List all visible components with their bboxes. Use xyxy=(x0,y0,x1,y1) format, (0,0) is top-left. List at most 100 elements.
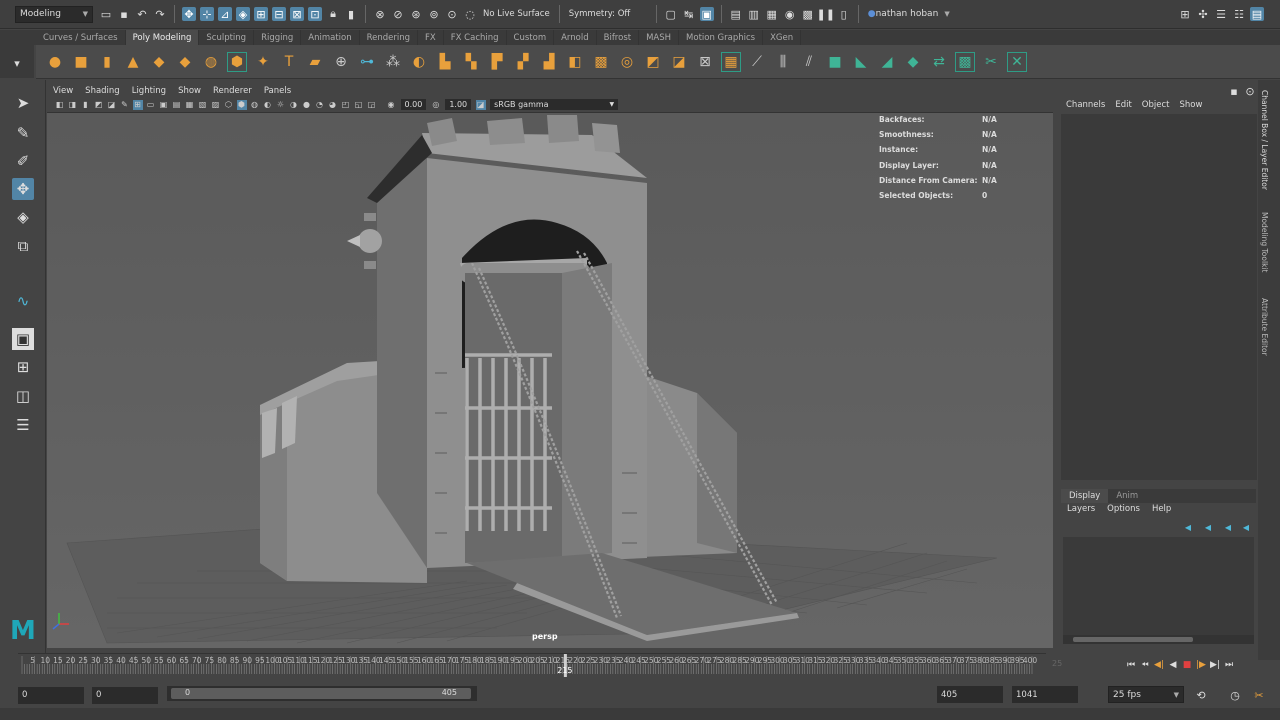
uv-cylindrical-icon[interactable]: ◣ xyxy=(851,52,871,72)
anti-aliasing-icon[interactable]: ◕ xyxy=(328,100,338,110)
select-by-object-icon[interactable]: ⊹ xyxy=(200,7,214,21)
hypershade-icon[interactable]: ◉ xyxy=(783,7,797,21)
extrude-icon[interactable]: ▙ xyxy=(435,52,455,72)
poly-cube-icon[interactable]: ■ xyxy=(71,52,91,72)
lock-icon[interactable]: 🔒︎ xyxy=(326,7,340,21)
multi-cut-icon[interactable]: ▩ xyxy=(591,52,611,72)
perspective-viewport[interactable]: Backfaces: N/A Smoothness: N/A Instance:… xyxy=(47,113,1053,648)
step-back-frame-icon[interactable]: ◀| xyxy=(1152,660,1166,670)
live-surface-label[interactable]: No Live Surface xyxy=(483,9,550,19)
save-icon[interactable]: ▪ xyxy=(117,7,131,21)
select-by-hierarchy-icon[interactable]: ✥ xyxy=(182,7,196,21)
sculpt-icon[interactable]: ⫽ xyxy=(799,52,819,72)
layer-list[interactable] xyxy=(1063,537,1254,635)
uv-cut-icon[interactable]: ✂ xyxy=(981,52,1001,72)
side-tab-channel-box[interactable]: Channel Box / Layer Editor xyxy=(1260,90,1269,190)
shelf-tab-active[interactable]: Poly Modeling xyxy=(125,30,200,45)
xray-joints-icon[interactable]: ◲ xyxy=(367,100,377,110)
shelf-tab[interactable]: Bifrost xyxy=(597,30,640,45)
camera-attributes-icon[interactable]: ◨ xyxy=(68,100,78,110)
paint-select-tool-icon[interactable]: ✐ xyxy=(12,150,34,172)
side-tab-modeling-toolkit[interactable]: Modeling Toolkit xyxy=(1260,212,1269,272)
pick-handles-icon[interactable]: ⊞ xyxy=(254,7,268,21)
uv-layout-icon[interactable]: ▩ xyxy=(955,51,975,72)
snap-grid-icon[interactable]: ⊗ xyxy=(373,7,387,21)
poly-cylinder-icon[interactable]: ▮ xyxy=(97,52,117,72)
rotate-tool-icon[interactable]: ◈ xyxy=(12,206,34,228)
super-shape-icon[interactable]: ✦ xyxy=(253,52,273,72)
help-menu[interactable]: Help xyxy=(1152,504,1171,514)
channel-box-float-icon[interactable]: ▪ xyxy=(1227,84,1241,98)
options-menu[interactable]: Options xyxy=(1107,504,1140,514)
shelf-tab[interactable]: XGen xyxy=(763,30,802,45)
lasso-tool-icon[interactable]: ✎ xyxy=(12,122,34,144)
shading-menu[interactable]: Shading xyxy=(85,86,120,96)
field-chart-icon[interactable]: ▦ xyxy=(185,100,195,110)
shelf-tab[interactable]: Arnold xyxy=(554,30,597,45)
pick-joints-icon[interactable]: ⊟ xyxy=(272,7,286,21)
type-text-icon[interactable]: T xyxy=(279,52,299,72)
tab-anim[interactable]: Anim xyxy=(1108,489,1146,503)
smooth-icon[interactable]: ⁂ xyxy=(383,52,403,72)
append-polygon-icon[interactable]: ▞ xyxy=(513,52,533,72)
snap-view-icon[interactable]: ⊚ xyxy=(427,7,441,21)
connect-icon[interactable]: ◩ xyxy=(643,52,663,72)
construction-history-icon[interactable]: ▢ xyxy=(664,7,678,21)
highlight-icon[interactable]: ▮ xyxy=(344,7,358,21)
move-layer-down-icon[interactable]: ◀ xyxy=(1201,520,1215,534)
render-view-icon[interactable]: ▣ xyxy=(699,7,714,21)
color-management-icon[interactable]: ◪ xyxy=(475,99,486,110)
use-all-lights-icon[interactable]: ☼ xyxy=(276,100,286,110)
layers-menu[interactable]: Layers xyxy=(1067,504,1095,514)
textured-icon[interactable]: ◐ xyxy=(263,100,273,110)
shelf-tab[interactable]: FX Caching xyxy=(444,30,507,45)
go-to-end-icon[interactable]: ⏭ xyxy=(1222,660,1236,670)
pick-mask-icon[interactable]: ◈ xyxy=(236,7,250,21)
object-menu[interactable]: Object xyxy=(1142,100,1170,113)
view-menu[interactable]: View xyxy=(53,86,73,96)
platonic-solid-icon[interactable]: ⬢ xyxy=(227,51,247,72)
uv-automatic-icon[interactable]: ◆ xyxy=(903,52,923,72)
snap-point-icon[interactable]: ⊛ xyxy=(409,7,423,21)
sidebar-toggle-icon[interactable]: ⊞ xyxy=(1178,7,1192,21)
shelf-tab[interactable]: Motion Graphics xyxy=(679,30,764,45)
shelf-tab[interactable]: Curves / Surfaces xyxy=(36,30,126,45)
insert-edge-loop-icon[interactable]: ▦ xyxy=(721,51,741,72)
gamma-field[interactable]: 1.00 xyxy=(445,99,472,110)
fill-hole-icon[interactable]: ▟ xyxy=(539,52,559,72)
range-slider-handle[interactable]: 0 405 xyxy=(171,688,471,699)
move-tool-icon[interactable]: ✥ xyxy=(12,178,34,200)
single-perspective-layout-icon[interactable]: ▣ xyxy=(12,328,34,350)
play-backwards-icon[interactable]: ◀ xyxy=(1166,660,1180,670)
scene-start-field[interactable]: 0 xyxy=(18,686,84,704)
playback-end-field[interactable]: 405 xyxy=(937,686,1003,703)
time-slider[interactable]: 5 10 15 20 25 30 35 40 45 50 55 60 65 70 75 80 85 90 95 100… xyxy=(18,653,1046,677)
shelf-tab[interactable]: Custom xyxy=(507,30,555,45)
curve-tool-icon[interactable]: ∿ xyxy=(12,290,34,312)
shelf-tab[interactable]: Rigging xyxy=(254,30,302,45)
exposure-icon[interactable]: ◉ xyxy=(386,100,396,110)
edit-menu[interactable]: Edit xyxy=(1115,100,1131,113)
input-output-icon[interactable]: ↹ xyxy=(682,7,696,21)
2d-pan-zoom-icon[interactable]: ◪ xyxy=(107,100,117,110)
symmetry-dropdown[interactable]: Symmetry: Off xyxy=(569,9,647,19)
tab-display[interactable]: Display xyxy=(1061,489,1109,503)
show-menu[interactable]: Show xyxy=(1179,100,1202,113)
folder-open-icon[interactable]: ▭ xyxy=(99,7,113,21)
quad-draw-icon[interactable]: ◪ xyxy=(669,52,689,72)
lighting-menu[interactable]: Lighting xyxy=(132,86,166,96)
scrollbar-thumb[interactable] xyxy=(1073,637,1193,642)
step-forward-key-icon[interactable]: ▶| xyxy=(1208,660,1222,670)
four-view-layout-icon[interactable]: ⊞ xyxy=(12,356,34,378)
show-menu[interactable]: Show xyxy=(178,86,201,96)
workspace-menu[interactable]: Modeling ▼ xyxy=(15,5,93,23)
redo-icon[interactable]: ↷ xyxy=(153,7,167,21)
xray-icon[interactable]: ◱ xyxy=(354,100,364,110)
shelf-tab[interactable]: Sculpting xyxy=(199,30,255,45)
poly-plane-icon[interactable]: ◆ xyxy=(175,52,195,72)
mirror-icon[interactable]: ◧ xyxy=(565,52,585,72)
shelf-menu-icon[interactable]: ▾ xyxy=(10,56,24,70)
render-icon[interactable]: ▤ xyxy=(729,7,743,21)
snap-surface-icon[interactable]: ⊙ xyxy=(445,7,459,21)
shelf-tab[interactable]: FX xyxy=(418,30,444,45)
